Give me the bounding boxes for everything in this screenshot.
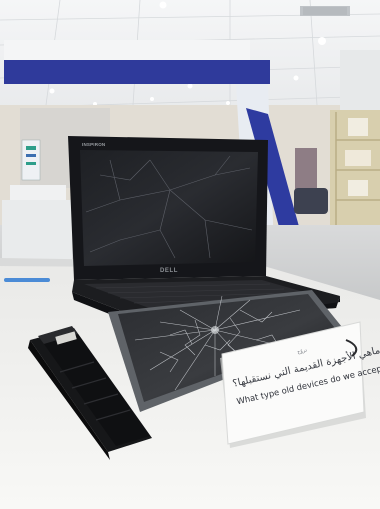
- ceiling-vent: [300, 6, 350, 16]
- lounge-seats: [294, 188, 328, 214]
- laptop-brand-text: INSPIRON: [82, 142, 105, 147]
- blue-banner: [4, 60, 270, 84]
- blue-strip: [4, 278, 50, 282]
- laptop-logo-text: DELL: [160, 268, 178, 274]
- photo-illustration: INSPIRON DELL تروّح ماهي الأجهزة القديمة…: [0, 0, 380, 509]
- laptop-screen: [80, 150, 258, 266]
- photo-scene: INSPIRON DELL تروّح ماهي الأجهزة القديمة…: [0, 0, 380, 509]
- door: [295, 148, 317, 193]
